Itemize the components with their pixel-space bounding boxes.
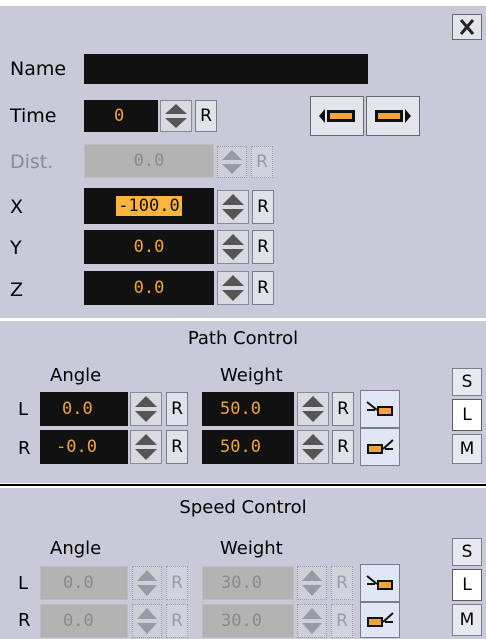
dist-input: 0.0 (84, 144, 214, 178)
spin-arrows-icon (165, 104, 187, 128)
speed-mode-m-button[interactable]: M (452, 604, 482, 636)
speed-left-weight-spinner (297, 566, 327, 600)
speed-right-weight-reset: R (331, 604, 353, 638)
y-input[interactable]: 0.0 (84, 230, 214, 264)
spin-arrows-icon (302, 396, 324, 422)
path-control-title: Path Control (187, 328, 299, 349)
speed-row-label: R (18, 610, 31, 631)
speed-right-angle-reset: R (166, 604, 188, 638)
path-left-angle-input[interactable]: 0.0 (40, 392, 128, 426)
close-button[interactable] (452, 14, 482, 40)
spin-arrows-icon (222, 275, 244, 301)
z-spinner[interactable] (217, 271, 249, 305)
y-spinner[interactable] (217, 230, 249, 264)
spin-arrows-icon (302, 434, 324, 460)
path-right-weight-input[interactable]: 50.0 (202, 430, 294, 464)
path-angle-header: Angle (50, 365, 102, 386)
tangent-right-icon (367, 612, 394, 627)
x-input[interactable]: -100.0 (84, 188, 214, 224)
time-label: Time (10, 105, 57, 127)
z-input[interactable]: 0.0 (84, 271, 214, 305)
speed-left-tangent-button[interactable] (360, 564, 400, 602)
spin-arrows-icon (135, 434, 157, 460)
path-right-angle-spinner[interactable] (130, 430, 162, 464)
spin-arrows-icon (302, 570, 322, 596)
path-row-label: L (18, 399, 29, 420)
path-right-tangent-button[interactable] (360, 428, 400, 466)
close-icon (459, 19, 475, 35)
name-input[interactable] (84, 54, 368, 84)
speed-right-tangent-button[interactable] (360, 602, 400, 638)
spin-arrows-icon (222, 194, 244, 220)
x-spinner[interactable] (217, 190, 249, 224)
name-label: Name (10, 58, 67, 80)
next-key-button[interactable] (366, 96, 420, 136)
path-right-angle-input[interactable]: -0.0 (40, 430, 128, 464)
path-right-angle-reset[interactable]: R (166, 430, 188, 464)
spin-arrows-icon (222, 150, 242, 174)
section-divider (0, 484, 486, 486)
tangent-right-icon (367, 439, 394, 454)
speed-right-weight-input: 30.0 (202, 604, 294, 638)
time-spinner[interactable] (160, 100, 192, 132)
path-left-weight-input[interactable]: 50.0 (202, 392, 294, 426)
spin-arrows-icon (135, 396, 157, 422)
path-left-tangent-button[interactable] (360, 390, 400, 428)
path-mode-s-button[interactable]: S (452, 368, 482, 396)
path-left-angle-reset[interactable]: R (166, 392, 188, 426)
speed-left-angle-input: 0.0 (40, 566, 128, 600)
y-label: Y (10, 237, 22, 259)
path-right-weight-reset[interactable]: R (332, 430, 354, 464)
spin-arrows-icon (137, 570, 157, 596)
speed-control-title: Speed Control (179, 497, 307, 518)
time-reset-button[interactable]: R (195, 100, 217, 132)
z-reset-button[interactable]: R (252, 271, 274, 305)
x-label: X (10, 196, 24, 218)
speed-left-weight-input: 30.0 (202, 566, 294, 600)
dist-reset-button: R (251, 146, 273, 178)
path-left-weight-spinner[interactable] (297, 392, 329, 426)
speed-row-label: L (18, 573, 29, 594)
speed-left-angle-spinner (132, 566, 162, 600)
z-label: Z (10, 279, 24, 301)
path-left-weight-reset[interactable]: R (332, 392, 354, 426)
path-weight-header: Weight (220, 365, 283, 386)
spin-arrows-icon (137, 608, 157, 634)
dist-spinner (217, 146, 247, 178)
path-right-weight-spinner[interactable] (297, 430, 329, 464)
speed-mode-s-button[interactable]: S (452, 538, 482, 566)
dist-label: Dist. (10, 151, 54, 173)
prev-key-icon (319, 109, 355, 123)
next-key-icon (375, 109, 411, 123)
speed-weight-header: Weight (220, 538, 283, 559)
speed-left-angle-reset: R (166, 566, 188, 600)
x-value-selected: -100.0 (116, 196, 182, 216)
x-reset-button[interactable]: R (252, 190, 274, 224)
path-mode-m-button[interactable]: M (452, 434, 482, 464)
speed-angle-header: Angle (50, 538, 102, 559)
speed-left-weight-reset: R (331, 566, 353, 600)
y-reset-button[interactable]: R (252, 230, 274, 264)
prev-key-button[interactable] (310, 96, 364, 136)
speed-right-weight-spinner (297, 604, 327, 638)
path-row-label: R (18, 438, 31, 459)
spin-arrows-icon (302, 608, 322, 634)
time-input[interactable]: 0 (84, 100, 158, 132)
speed-mode-l-button[interactable]: L (452, 569, 482, 601)
spin-arrows-icon (222, 234, 244, 260)
tangent-left-icon (366, 575, 393, 590)
speed-right-angle-spinner (132, 604, 162, 638)
path-mode-l-button[interactable]: L (452, 399, 482, 431)
path-left-angle-spinner[interactable] (130, 392, 162, 426)
speed-right-angle-input: 0.0 (40, 604, 128, 638)
tangent-left-icon (366, 401, 393, 416)
